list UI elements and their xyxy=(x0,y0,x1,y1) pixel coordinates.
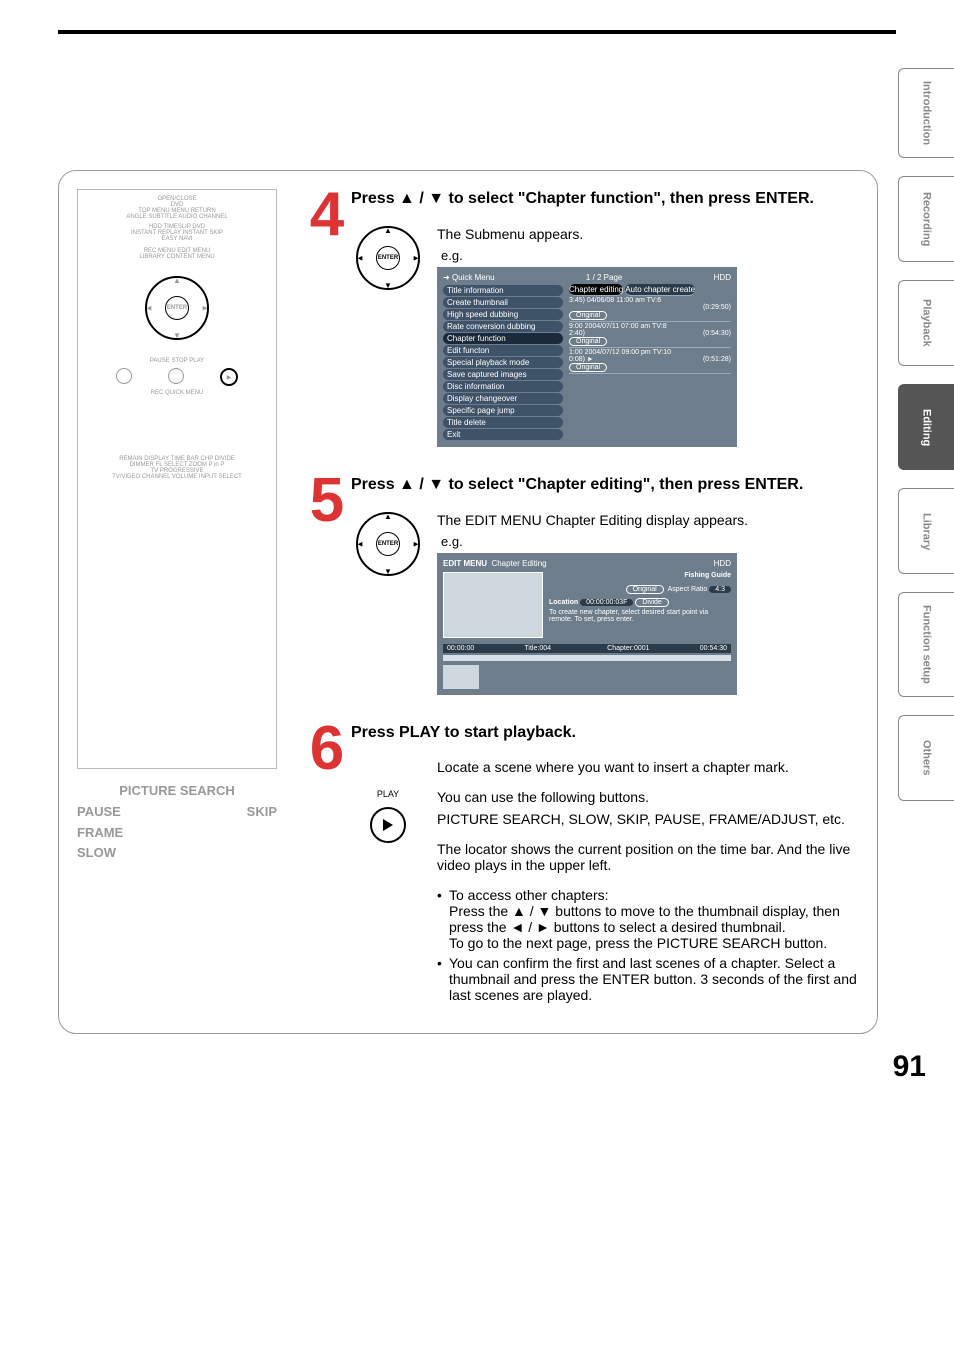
step-text: Locate a scene where you want to insert … xyxy=(437,759,859,775)
hdd-badge: HDD xyxy=(714,273,731,282)
preview-box xyxy=(443,572,543,638)
step-text: The locator shows the current position o… xyxy=(437,841,859,873)
page-indicator: 1 / 2 Page xyxy=(586,273,622,282)
thumbnail xyxy=(443,665,479,689)
tab-playback[interactable]: Playback xyxy=(898,280,954,366)
tab-others[interactable]: Others xyxy=(898,715,954,801)
menu-item: Exit xyxy=(443,429,563,440)
step-number: 5 xyxy=(303,475,351,695)
example-label: e.g. xyxy=(441,248,859,263)
play-label: PLAY xyxy=(351,789,425,799)
bullet-item: You can confirm the first and last scene… xyxy=(437,955,859,1003)
aspect-value: 4:3 xyxy=(709,586,731,593)
title-number: Title:004 xyxy=(518,645,557,652)
remote-callouts: PICTURE SEARCH PAUSE SKIP FRAME SLOW xyxy=(77,781,277,864)
step-5: 5 Press ▲ / ▼ to select "Chapter editing… xyxy=(303,475,859,695)
program-title: Fishing Guide xyxy=(549,572,731,579)
page-number: 91 xyxy=(0,1050,926,1084)
title-list: Chapter editing Auto chapter create 3:45… xyxy=(569,284,731,441)
submenu-screenshot: ➜ Quick Menu 1 / 2 Page HDD Title inform… xyxy=(437,267,737,447)
chapter-number: Chapter:0001 xyxy=(601,645,655,652)
nav-enter-icon: ▲▼◄► xyxy=(145,276,209,340)
example-label: e.g. xyxy=(441,534,859,549)
nav-enter-icon: ▲▼◄► xyxy=(356,226,420,290)
timebar-start: 00:00:00 xyxy=(447,645,474,652)
step-description: The EDIT MENU Chapter Editing display ap… xyxy=(437,512,859,528)
play-icon xyxy=(370,807,406,843)
steps-column: 4 Press ▲ / ▼ to select "Chapter functio… xyxy=(303,189,859,1015)
instruction-panel: OPEN/CLOSE DVD TOP MENU MENU RETURN ANGL… xyxy=(58,170,878,1034)
tab-function-setup[interactable]: Function setup xyxy=(898,592,954,697)
menu-item: Edit functon xyxy=(443,345,563,356)
step-number: 6 xyxy=(303,723,351,1008)
tab-introduction[interactable]: Introduction xyxy=(898,68,954,158)
step-description: The Submenu appears. xyxy=(437,226,859,242)
edit-menu-title: EDIT MENU xyxy=(443,559,487,568)
list-item: 1:00 2004/07/12 09:00 pm TV:10 0:08) (0:… xyxy=(569,348,731,374)
bullet-list: To access other chapters: Press the ▲ / … xyxy=(437,887,859,1003)
remote-column: OPEN/CLOSE DVD TOP MENU MENU RETURN ANGL… xyxy=(77,189,277,1015)
label-skip: SKIP xyxy=(247,802,277,823)
chapter-editing-pill: Chapter editing xyxy=(569,284,623,296)
label-slow: SLOW xyxy=(77,843,277,864)
remote-row: EASY NAVI xyxy=(82,236,272,242)
header-rule xyxy=(58,30,896,60)
step-text: You can use the following buttons. xyxy=(437,789,859,805)
menu-item: Create thumbnail xyxy=(443,297,563,308)
divide-button: Divide xyxy=(635,598,668,607)
tab-editing[interactable]: Editing xyxy=(898,384,954,470)
step-6: 6 Press PLAY to start playback. PLAY Loc… xyxy=(303,723,859,1008)
remote-row: PAUSE STOP PLAY xyxy=(82,358,272,364)
remote-row: ANGLE SUBTITLE AUDIO CHANNEL xyxy=(82,214,272,220)
original-badge: Original xyxy=(626,585,664,594)
step-number: 4 xyxy=(303,189,351,447)
menu-item: Title delete xyxy=(443,417,563,428)
step-text: PICTURE SEARCH, SLOW, SKIP, PAUSE, FRAME… xyxy=(437,811,859,827)
timebar-end: 00:54:30 xyxy=(700,645,727,652)
remote-diagram: OPEN/CLOSE DVD TOP MENU MENU RETURN ANGL… xyxy=(77,189,277,769)
menu-item: Disc information xyxy=(443,381,563,392)
nav-enter-icon: ▲▼◄► xyxy=(356,512,420,576)
location-value: 00:00:00:03F xyxy=(580,599,633,606)
instruction-text: To create new chapter, select desired st… xyxy=(549,609,731,623)
bullet-item: To access other chapters: Press the ▲ / … xyxy=(437,887,859,951)
tab-recording[interactable]: Recording xyxy=(898,176,954,262)
step-4: 4 Press ▲ / ▼ to select "Chapter functio… xyxy=(303,189,859,447)
step-heading: Press PLAY to start playback. xyxy=(351,723,859,744)
step-heading: Press ▲ / ▼ to select "Chapter function"… xyxy=(351,189,859,210)
hdd-badge: HDD xyxy=(714,559,731,568)
edit-menu-screenshot: EDIT MENU Chapter Editing HDD Fishing Gu… xyxy=(437,553,737,695)
tab-library[interactable]: Library xyxy=(898,488,954,574)
location-label: Location xyxy=(549,599,578,606)
auto-chapter-pill: Auto chapter create xyxy=(625,284,695,296)
list-item: 9:00 2004/07/11 07:00 am TV:8 2:40) (0:5… xyxy=(569,322,731,348)
label-frame: FRAME xyxy=(77,823,277,844)
menu-item: High speed dubbing xyxy=(443,309,563,320)
section-tabs: Introduction Recording Playback Editing … xyxy=(898,60,954,1034)
menu-item-selected: Chapter function xyxy=(443,333,563,344)
menu-item: Save captured images xyxy=(443,369,563,380)
label-pause: PAUSE xyxy=(77,802,121,823)
menu-item: Specific page jump xyxy=(443,405,563,416)
edit-menu-subtitle: Chapter Editing xyxy=(491,559,546,568)
quick-menu-title: Quick Menu xyxy=(452,273,495,282)
remote-row: TV/VIDEO CHANNEL VOLUME INPUT SELECT xyxy=(82,474,272,480)
label-picture-search: PICTURE SEARCH xyxy=(77,781,277,802)
time-bar xyxy=(443,655,731,661)
list-item: 3:45) 04/06/08 11:00 am TV:6 (0:29:50) O… xyxy=(569,296,731,322)
menu-item: Special playback mode xyxy=(443,357,563,368)
menu-item: Rate conversion dubbing xyxy=(443,321,563,332)
quick-menu-list: Title information Create thumbnail High … xyxy=(443,284,563,441)
menu-item: Title information xyxy=(443,285,563,296)
aspect-label: Aspect Ratio xyxy=(668,586,708,593)
step-heading: Press ▲ / ▼ to select "Chapter editing",… xyxy=(351,475,859,496)
menu-item: Display changeover xyxy=(443,393,563,404)
